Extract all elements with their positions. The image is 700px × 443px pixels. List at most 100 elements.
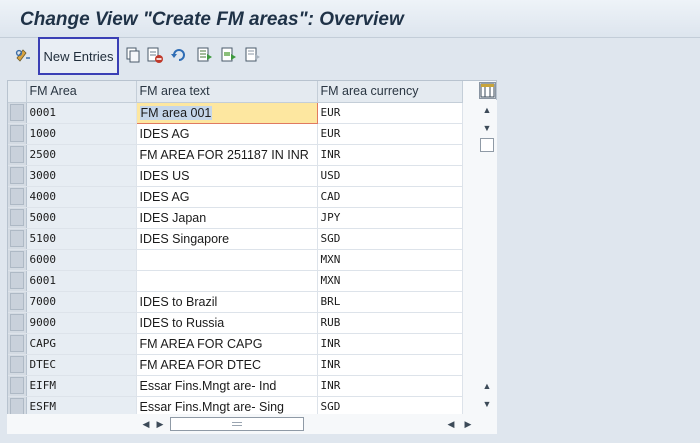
fm-area-currency-cell[interactable]: RUB [317,312,463,334]
table-row[interactable]: DTEC FM AREA FOR DTEC INR [8,354,463,376]
scroll-left-end-icon[interactable]: ◀ [445,418,457,430]
fm-area-cell: 2500 [26,144,137,166]
column-header-fm-area[interactable]: FM Area [26,81,137,103]
table-row[interactable]: 9000 IDES to Russia RUB [8,312,463,334]
select-all-header[interactable] [8,81,27,103]
fm-area-text-cell[interactable]: FM area 001 [135,101,318,124]
fm-area-text-cell[interactable]: FM AREA FOR DTEC [136,354,318,376]
fm-area-cell: 4000 [26,186,137,208]
fm-area-cell: EIFM [26,375,137,397]
column-header-fm-area-currency[interactable]: FM area currency [317,81,463,103]
row-selector[interactable] [8,375,27,397]
table-row[interactable]: EIFM Essar Fins.Mngt are- Ind INR [8,375,463,397]
fm-area-text-cell[interactable]: IDES AG [136,186,318,208]
table-row[interactable]: 6001 MXN [8,270,463,292]
row-selector[interactable] [8,165,27,187]
fm-area-currency-cell[interactable]: EUR [317,123,463,145]
horizontal-scroll-thumb[interactable] [170,417,304,431]
page-title: Change View "Create FM areas": Overview [20,9,404,30]
table-row[interactable]: CAPG FM AREA FOR CAPG INR [8,333,463,355]
new-entries-button[interactable]: New Entries [38,37,119,75]
table-grid: FM Area FM area text FM area currency 00… [8,81,463,418]
fm-area-text-cell[interactable]: IDES to Brazil [136,291,318,313]
fm-area-cell: 7000 [26,291,137,313]
title-bar: Change View "Create FM areas": Overview [0,0,700,38]
row-selector[interactable] [8,144,27,166]
fm-area-currency-cell[interactable]: INR [317,333,463,355]
table-row[interactable]: 2500 FM AREA FOR 251187 IN INR INR [8,144,463,166]
row-selector[interactable] [8,291,27,313]
table-settings-icon[interactable] [479,82,496,99]
table-row[interactable]: 5000 IDES Japan JPY [8,207,463,229]
column-header-fm-area-text[interactable]: FM area text [136,81,318,103]
table-row[interactable]: 5100 IDES Singapore SGD [8,228,463,250]
table-row[interactable]: 7000 IDES to Brazil BRL [8,291,463,313]
fm-area-cell: 6000 [26,249,137,271]
fm-area-text-cell[interactable]: FM AREA FOR 251187 IN INR [136,144,318,166]
fm-area-text-cell[interactable]: IDES US [136,165,318,187]
vertical-scrollbar[interactable]: ▲ ▼ ▲ ▼ [477,100,497,414]
row-selector[interactable] [8,249,27,271]
fm-area-currency-cell[interactable]: BRL [317,291,463,313]
table-row[interactable]: 4000 IDES AG CAD [8,186,463,208]
page-up-icon[interactable]: ▲ [481,380,493,392]
select-block-icon[interactable] [220,46,238,64]
scroll-right-end-icon[interactable]: ▶ [462,418,474,430]
fm-area-cell: 9000 [26,312,137,334]
fm-area-currency-cell[interactable]: USD [317,165,463,187]
fm-area-table: FM Area FM area text FM area currency 00… [7,80,497,434]
fm-area-text-cell[interactable] [136,249,318,271]
fm-area-currency-cell[interactable]: SGD [317,228,463,250]
row-selector[interactable] [8,270,27,292]
undo-icon[interactable] [170,46,188,64]
fm-area-currency-cell[interactable]: INR [317,354,463,376]
fm-area-currency-cell[interactable]: CAD [317,186,463,208]
deselect-all-icon[interactable] [244,46,262,64]
fm-area-currency-cell[interactable]: MXN [317,270,463,292]
fm-area-currency-cell[interactable]: INR [317,144,463,166]
row-selector[interactable] [8,207,27,229]
table-row[interactable]: 3000 IDES US USD [8,165,463,187]
row-selector[interactable] [8,228,27,250]
fm-area-text-cell[interactable]: IDES Japan [136,207,318,229]
fm-area-text-cell[interactable]: Essar Fins.Mngt are- Ind [136,375,318,397]
fm-area-cell: CAPG [26,333,137,355]
display-change-icon[interactable] [14,46,32,64]
fm-area-cell: 3000 [26,165,137,187]
row-selector[interactable] [8,312,27,334]
fm-area-text-cell[interactable]: IDES Singapore [136,228,318,250]
table-row[interactable]: 0001 FM area 001 EUR [8,101,463,124]
fm-area-cell: 0001 [26,102,137,124]
copy-icon[interactable] [124,46,142,64]
fm-area-currency-cell[interactable]: JPY [317,207,463,229]
fm-area-text-cell[interactable] [136,270,318,292]
select-all-icon[interactable] [196,46,214,64]
fm-area-cell: 5000 [26,207,137,229]
scroll-right-icon[interactable]: ▶ [154,418,166,430]
fm-area-cell: DTEC [26,354,137,376]
fm-area-cell: 1000 [26,123,137,145]
fm-area-currency-cell[interactable]: EUR [317,102,463,124]
scroll-down-icon[interactable]: ▼ [481,122,493,134]
fm-area-cell: 5100 [26,228,137,250]
fm-area-text-selected[interactable]: FM area 001 [139,105,213,120]
vertical-scroll-thumb[interactable] [480,138,494,152]
table-row[interactable]: 6000 MXN [8,249,463,271]
fm-area-text-cell[interactable]: IDES to Russia [136,312,318,334]
scroll-left-icon[interactable]: ◀ [140,418,152,430]
scroll-up-icon[interactable]: ▲ [481,104,493,116]
table-row[interactable]: 1000 IDES AG EUR [8,123,463,145]
page-down-icon[interactable]: ▼ [481,398,493,410]
fm-area-text-cell[interactable]: FM AREA FOR CAPG [136,333,318,355]
row-selector[interactable] [8,102,27,124]
fm-area-cell: 6001 [26,270,137,292]
delete-icon[interactable] [146,46,164,64]
row-selector[interactable] [8,354,27,376]
row-selector[interactable] [8,123,27,145]
row-selector[interactable] [8,333,27,355]
row-selector[interactable] [8,186,27,208]
horizontal-scrollbar[interactable]: ◀ ▶ ◀ ▶ [7,414,497,434]
fm-area-currency-cell[interactable]: INR [317,375,463,397]
fm-area-text-cell[interactable]: IDES AG [136,123,318,145]
fm-area-currency-cell[interactable]: MXN [317,249,463,271]
